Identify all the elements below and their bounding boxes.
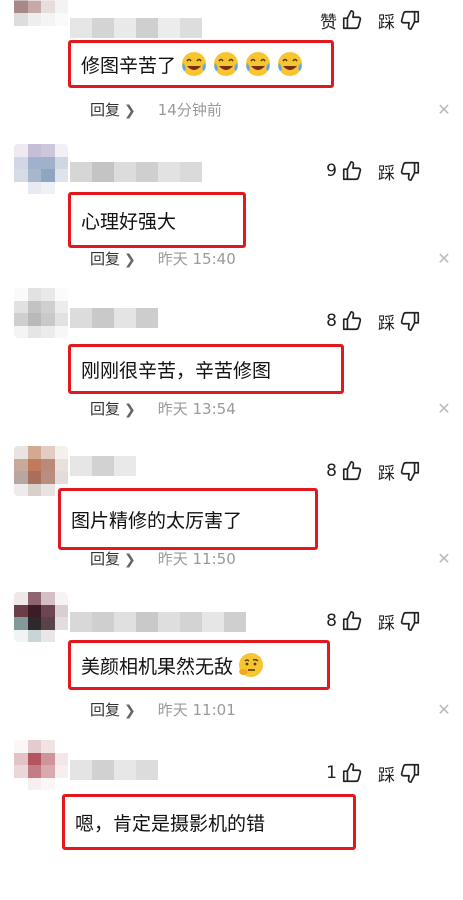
- dislike-label: 踩: [378, 12, 395, 33]
- username-blurred[interactable]: [70, 18, 202, 38]
- chevron-right-icon: ❯: [124, 551, 136, 568]
- dislike-label: 踩: [378, 463, 395, 484]
- username-blurred[interactable]: [70, 308, 158, 328]
- like-button[interactable]: 8: [293, 456, 363, 486]
- username-blurred[interactable]: [70, 612, 246, 632]
- like-count: 9: [326, 161, 337, 181]
- chevron-right-icon: ❯: [124, 102, 136, 119]
- like-button[interactable]: 赞: [293, 5, 363, 35]
- thumbs-down-icon: [400, 311, 420, 331]
- thumbs-up-icon: [342, 461, 362, 481]
- like-label: 赞: [320, 12, 337, 33]
- thumbs-down-icon: [400, 161, 420, 181]
- comment-text: 美颜相机果然无敌: [81, 655, 234, 678]
- thinking-emoji: [239, 653, 264, 677]
- avatar[interactable]: [14, 144, 68, 194]
- reply-label: 回复: [90, 549, 121, 568]
- reply-label: 回复: [90, 399, 121, 418]
- avatar[interactable]: [14, 0, 68, 38]
- like-count: 1: [326, 763, 337, 783]
- close-icon[interactable]: ✕: [435, 399, 453, 418]
- reply-label: 回复: [90, 249, 121, 268]
- chevron-right-icon: ❯: [124, 702, 136, 719]
- comment-text: 图片精修的太厉害了: [71, 509, 243, 532]
- chevron-right-icon: ❯: [124, 251, 136, 268]
- timestamp: 昨天 13:54: [157, 399, 236, 418]
- comment-text: 心理好强大: [81, 210, 177, 233]
- thumbs-down-icon: [400, 10, 420, 30]
- comment-text: 修图辛苦了: [81, 54, 177, 77]
- comment-text-highlight: 心理好强大: [68, 192, 246, 248]
- dislike-label: 踩: [378, 613, 395, 634]
- crying-laughing-emoji: [214, 52, 239, 76]
- like-button[interactable]: 8: [293, 306, 363, 336]
- comment-item: 8 踩 图片精修的太厉害了 回复 ❯ 昨天 11:50 ✕: [0, 446, 463, 600]
- timestamp: 昨天 15:40: [157, 249, 236, 268]
- reply-button[interactable]: 回复 ❯: [90, 398, 136, 419]
- comment-text: 嗯，肯定是摄影机的错: [75, 812, 266, 835]
- dislike-button[interactable]: 踩: [378, 306, 454, 336]
- reply-label: 回复: [90, 700, 121, 719]
- like-button[interactable]: 9: [293, 156, 363, 186]
- dislike-label: 踩: [378, 163, 395, 184]
- like-count: 8: [326, 461, 337, 481]
- chevron-right-icon: ❯: [124, 401, 136, 418]
- username-blurred[interactable]: [70, 162, 202, 182]
- dislike-button[interactable]: 踩: [378, 156, 454, 186]
- dislike-label: 踩: [378, 313, 395, 334]
- close-icon[interactable]: ✕: [435, 249, 453, 268]
- comment-text-highlight: 修图辛苦了: [68, 40, 334, 88]
- comment-item: 1 踩 嗯，肯定是摄影机的错: [0, 740, 463, 900]
- close-icon[interactable]: ✕: [435, 100, 453, 119]
- thumbs-down-icon: [400, 611, 420, 631]
- close-icon[interactable]: ✕: [435, 700, 453, 719]
- avatar[interactable]: [14, 288, 68, 338]
- reply-button[interactable]: 回复 ❯: [90, 699, 136, 720]
- reply-label: 回复: [90, 100, 121, 119]
- thumbs-down-icon: [400, 763, 420, 783]
- comment-text-highlight: 美颜相机果然无敌: [68, 640, 330, 690]
- reply-button[interactable]: 回复 ❯: [90, 248, 136, 269]
- dislike-button[interactable]: 踩: [378, 5, 454, 35]
- like-button[interactable]: 1: [293, 758, 363, 788]
- dislike-label: 踩: [378, 765, 395, 786]
- username-blurred[interactable]: [70, 456, 136, 476]
- thumbs-up-icon: [342, 161, 362, 181]
- comment-item: 赞 踩 修图辛苦了 回复 ❯ 14分钟前 ✕: [0, 0, 463, 150]
- comment-text: 刚刚很辛苦，辛苦修图: [81, 359, 272, 382]
- avatar[interactable]: [14, 592, 68, 642]
- comment-text-highlight: 嗯，肯定是摄影机的错: [62, 794, 356, 850]
- timestamp: 14分钟前: [157, 100, 222, 119]
- like-count: 8: [326, 311, 337, 331]
- comment-item: 8 踩 刚刚很辛苦，辛苦修图 回复 ❯ 昨天 13:54 ✕: [0, 288, 463, 450]
- comment-text-highlight: 图片精修的太厉害了: [58, 488, 318, 550]
- reply-button[interactable]: 回复 ❯: [90, 99, 136, 120]
- close-icon[interactable]: ✕: [435, 549, 453, 568]
- username-blurred[interactable]: [70, 760, 158, 780]
- comment-text-highlight: 刚刚很辛苦，辛苦修图: [68, 344, 344, 394]
- comment-item: 8 踩 美颜相机果然无敌 回复 ❯ 昨天 11:01 ✕: [0, 592, 463, 750]
- thumbs-down-icon: [400, 461, 420, 481]
- like-button[interactable]: 8: [293, 606, 363, 636]
- reply-button[interactable]: 回复 ❯: [90, 548, 136, 569]
- crying-laughing-emoji: [278, 52, 303, 76]
- timestamp: 昨天 11:01: [157, 700, 236, 719]
- thumbs-up-icon: [342, 311, 362, 331]
- dislike-button[interactable]: 踩: [378, 606, 454, 636]
- dislike-button[interactable]: 踩: [378, 456, 454, 486]
- avatar[interactable]: [14, 740, 68, 790]
- crying-laughing-emoji: [246, 52, 271, 76]
- dislike-button[interactable]: 踩: [378, 758, 454, 788]
- like-count: 8: [326, 611, 337, 631]
- comment-item: 9 踩 心理好强大 回复 ❯ 昨天 15:40 ✕: [0, 144, 463, 300]
- thumbs-up-icon: [342, 763, 362, 783]
- thumbs-up-icon: [342, 611, 362, 631]
- thumbs-up-icon: [342, 10, 362, 30]
- timestamp: 昨天 11:50: [157, 549, 236, 568]
- crying-laughing-emoji: [182, 52, 207, 76]
